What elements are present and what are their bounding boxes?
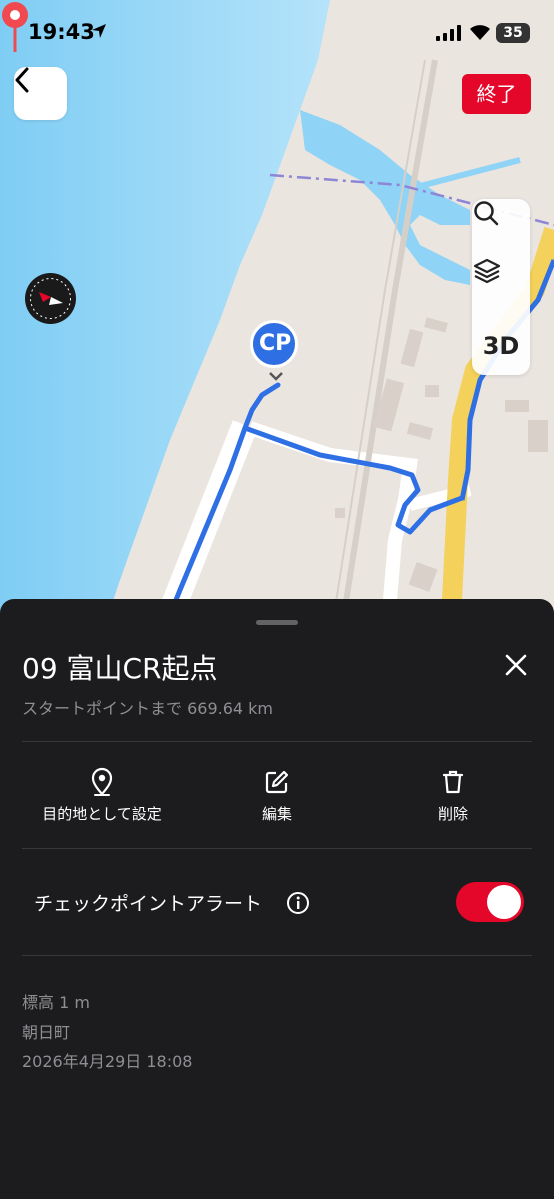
- location-arrow-icon: [92, 24, 106, 38]
- compass-button[interactable]: [25, 273, 76, 324]
- back-button[interactable]: [14, 67, 67, 120]
- battery-indicator: 35: [496, 23, 530, 43]
- map-3d-button[interactable]: 3D: [472, 317, 530, 375]
- delete-button[interactable]: 削除: [363, 765, 543, 825]
- close-icon: [505, 654, 527, 676]
- map-view[interactable]: 19:43 35 終了 3D CP: [0, 0, 554, 640]
- delete-label: 削除: [437, 805, 468, 823]
- checkpoint-alert-toggle[interactable]: [456, 882, 524, 922]
- location-pin-icon: [91, 767, 113, 796]
- status-bar: 19:43 35: [0, 0, 554, 66]
- edit-button[interactable]: 編集: [187, 765, 367, 825]
- distance-to-start: スタートポイントまで 669.64 km: [22, 699, 274, 718]
- map-3d-label: 3D: [482, 332, 520, 360]
- divider: [22, 741, 532, 742]
- divider: [22, 848, 532, 849]
- chevron-left-icon: [15, 67, 29, 93]
- finish-button[interactable]: 終了: [462, 74, 531, 114]
- layers-icon: [473, 258, 501, 284]
- map-layers-button[interactable]: [472, 257, 530, 315]
- set-destination-button[interactable]: 目的地として設定: [12, 765, 192, 825]
- edit-icon: [265, 770, 289, 794]
- trash-icon: [442, 770, 464, 794]
- wifi-icon: [470, 25, 490, 40]
- edit-label: 編集: [261, 805, 292, 823]
- divider: [22, 955, 532, 956]
- cellular-signal-icon: [436, 25, 461, 41]
- elevation-text: 標高 1 m: [22, 993, 90, 1012]
- map-search-button[interactable]: [472, 199, 530, 257]
- checkpoint-title: 09 富山CR起点: [22, 652, 218, 685]
- checkpoint-alert-label: チェックポイントアラート: [34, 893, 263, 915]
- status-time: 19:43: [28, 20, 95, 44]
- compass-icon: [30, 278, 71, 319]
- sheet-grabber[interactable]: [256, 620, 298, 625]
- datetime-text: 2026年4月29日 18:08: [22, 1052, 193, 1071]
- location-pin-marker-icon: [2, 2, 28, 52]
- checkpoint-detail-sheet: 09 富山CR起点 スタートポイントまで 669.64 km 目的地として設定 …: [0, 599, 554, 1199]
- info-icon[interactable]: [286, 891, 310, 915]
- set-destination-label: 目的地として設定: [42, 805, 162, 823]
- checkpoint-marker[interactable]: CP: [250, 320, 298, 368]
- search-icon: [474, 201, 499, 226]
- place-text: 朝日町: [22, 1023, 71, 1042]
- close-button[interactable]: [498, 647, 534, 683]
- map-tools: 3D: [472, 199, 530, 375]
- toggle-knob: [487, 885, 521, 919]
